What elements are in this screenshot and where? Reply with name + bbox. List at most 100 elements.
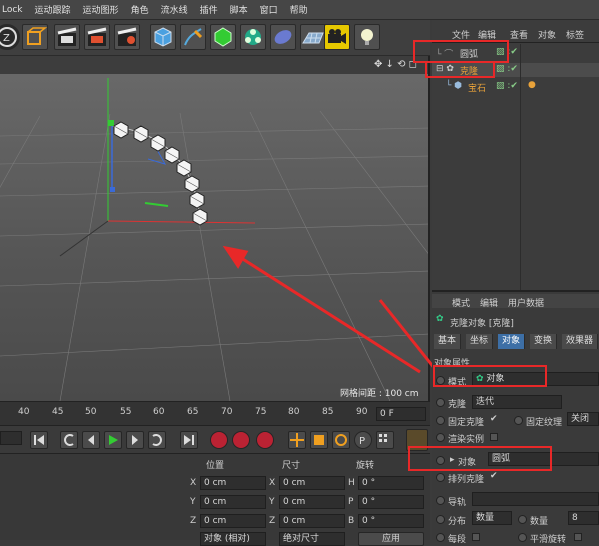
position-z-field[interactable]: 0 cm xyxy=(200,514,266,528)
go-to-start-icon[interactable] xyxy=(30,431,48,449)
distribution-anim-dot[interactable] xyxy=(436,515,445,524)
position-x-field[interactable]: 0 cm xyxy=(200,476,266,490)
tab-transform[interactable]: 变换 xyxy=(530,334,558,349)
menu-item[interactable]: 运动跟踪 xyxy=(35,3,71,16)
light-icon[interactable] xyxy=(354,24,380,50)
per-segment-anim-dot[interactable] xyxy=(436,533,445,542)
move-key-icon[interactable] xyxy=(288,431,306,449)
render-settings-icon[interactable] xyxy=(114,24,140,50)
next-key-icon[interactable] xyxy=(148,431,166,449)
current-frame-field[interactable]: 0 F xyxy=(376,407,426,421)
menu-item[interactable]: 窗口 xyxy=(260,3,278,16)
menu-bar: Lock 运动跟踪 运动图形 角色 流水线 插件 脚本 窗口 帮助 xyxy=(0,0,599,20)
fix-clone-check-icon[interactable]: ✔ xyxy=(490,414,498,424)
position-y-field[interactable]: 0 cm xyxy=(200,495,266,509)
cloner-icon[interactable] xyxy=(240,24,266,50)
menu-item[interactable]: 运动图形 xyxy=(83,3,119,16)
distribution-label: 分布 xyxy=(448,517,467,527)
cube-icon[interactable] xyxy=(150,24,176,50)
auto-key-icon[interactable] xyxy=(232,431,250,449)
fix-texture-label: 固定纹理 xyxy=(526,418,563,428)
om-menu-object[interactable]: 对象 xyxy=(538,28,556,41)
per-segment-label: 每段 xyxy=(448,535,467,545)
menu-item[interactable]: 流水线 xyxy=(161,3,188,16)
arrange-clones-check-icon[interactable]: ✔ xyxy=(490,471,498,481)
3d-viewport[interactable]: ✥ ↓ ⟲ ◻ 网格间距: 100 cm xyxy=(0,56,430,401)
subdivision-icon[interactable] xyxy=(210,24,236,50)
menu-item[interactable]: Lock xyxy=(2,5,23,15)
fix-clone-label: 固定克隆 xyxy=(448,418,485,428)
scale-key-icon[interactable] xyxy=(310,431,328,449)
menu-item[interactable]: 脚本 xyxy=(230,3,248,16)
record-icon[interactable] xyxy=(210,431,228,449)
fix-texture-anim-dot[interactable] xyxy=(514,416,523,425)
render-instances-anim-dot[interactable] xyxy=(436,433,445,442)
timeline-tick: 40 xyxy=(18,407,30,417)
material-tag-icon[interactable]: ● xyxy=(528,80,536,90)
camera-icon[interactable] xyxy=(324,24,350,50)
menu-item[interactable]: 插件 xyxy=(200,3,218,16)
z-axis xyxy=(59,220,109,257)
menu-item[interactable]: 角色 xyxy=(131,3,149,16)
count-field[interactable]: 8 xyxy=(568,511,599,525)
fix-clone-anim-dot[interactable] xyxy=(436,416,445,425)
render-active-icon[interactable] xyxy=(84,24,110,50)
tab-basic[interactable]: 基本 xyxy=(434,334,462,349)
start-frame-field[interactable] xyxy=(0,431,22,445)
deformer-icon[interactable] xyxy=(270,24,296,50)
rotation-b-field[interactable]: 0 ° xyxy=(358,514,424,528)
step-back-icon[interactable] xyxy=(82,431,100,449)
axis-label: H xyxy=(348,478,355,488)
attribute-tabs: 基本 坐标 对象 变换 效果器 xyxy=(432,334,599,349)
rotation-h-field[interactable]: 0 ° xyxy=(358,476,424,490)
tab-object[interactable]: 对象 xyxy=(498,334,526,349)
am-menu-mode[interactable]: 模式 xyxy=(452,296,470,309)
guide-anim-dot[interactable] xyxy=(436,496,445,505)
cloner-object-icon: ✿ xyxy=(436,314,444,324)
param-key-icon[interactable]: P xyxy=(354,431,372,449)
undo-icon[interactable]: Z xyxy=(0,24,20,50)
clone-select[interactable]: 迭代 xyxy=(472,395,562,409)
render-view-icon[interactable] xyxy=(54,24,80,50)
guide-field[interactable] xyxy=(472,492,599,506)
size-mode-select[interactable]: 绝对尺寸 xyxy=(279,532,345,546)
pen-icon[interactable] xyxy=(180,24,206,50)
rotate-key-icon[interactable] xyxy=(332,431,350,449)
object-item-gem[interactable]: └ ⬢ 宝石 ▨ :✔ ● xyxy=(432,80,599,94)
timeline-ruler[interactable]: 40 45 50 55 60 65 70 75 80 85 90 0 F xyxy=(0,401,430,425)
am-menu-user-data[interactable]: 用户数据 xyxy=(508,296,544,309)
fix-texture-select[interactable]: 关闭 xyxy=(567,412,599,426)
coordinate-system-icon[interactable] xyxy=(22,24,48,50)
am-menu-edit[interactable]: 编辑 xyxy=(480,296,498,309)
visibility-icon[interactable]: ▨ :✔ xyxy=(496,64,518,74)
object-manager-menu: 文件 编辑 查看 对象 标签 xyxy=(432,26,599,41)
size-header: 尺寸 xyxy=(282,461,301,471)
om-menu-tags[interactable]: 标签 xyxy=(566,28,584,41)
size-y-field[interactable]: 0 cm xyxy=(279,495,345,509)
help-key-icon[interactable] xyxy=(256,431,274,449)
arrange-clones-anim-dot[interactable] xyxy=(436,473,445,482)
visibility-icon[interactable]: ▨ :✔ xyxy=(496,81,518,91)
coordinate-mode-select[interactable]: 对象 (相对) xyxy=(200,532,266,546)
count-anim-dot[interactable] xyxy=(518,515,527,524)
distribution-select[interactable]: 数量 xyxy=(472,511,512,525)
render-instances-checkbox[interactable] xyxy=(490,433,498,441)
apply-button[interactable]: 应用 xyxy=(358,532,424,546)
point-level-icon[interactable] xyxy=(376,431,394,449)
play-icon[interactable] xyxy=(104,431,122,449)
previous-key-icon[interactable] xyxy=(60,431,78,449)
size-z-field[interactable]: 0 cm xyxy=(279,514,345,528)
om-menu-view[interactable]: 查看 xyxy=(510,28,528,41)
tab-effectors[interactable]: 效果器 xyxy=(562,334,599,349)
arrange-clones-label: 排列克隆 xyxy=(448,475,485,485)
step-forward-icon[interactable] xyxy=(126,431,144,449)
size-x-field[interactable]: 0 cm xyxy=(279,476,345,490)
smooth-rotation-anim-dot[interactable] xyxy=(518,533,527,542)
highlight-object-box xyxy=(408,446,552,471)
floor-icon[interactable] xyxy=(300,24,326,50)
clone-anim-dot[interactable] xyxy=(436,398,445,407)
menu-item[interactable]: 帮助 xyxy=(290,3,308,16)
rotation-p-field[interactable]: 0 ° xyxy=(358,495,424,509)
go-to-end-icon[interactable] xyxy=(180,431,198,449)
tab-coords[interactable]: 坐标 xyxy=(466,334,494,349)
